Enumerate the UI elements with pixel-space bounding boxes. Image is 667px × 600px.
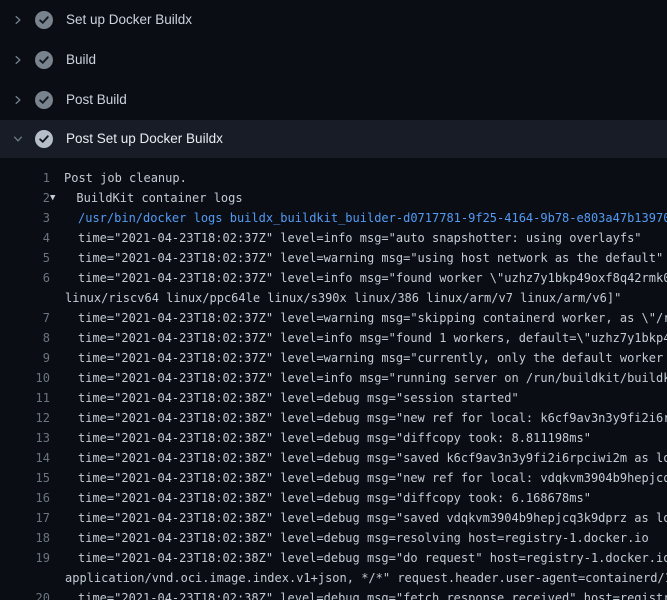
log-line: application/vnd.oci.image.index.v1+json,…: [0, 568, 667, 588]
line-number-link[interactable]: 17: [0, 511, 50, 525]
log-line: 6 time="2021-04-23T18:02:37Z" level=info…: [0, 268, 667, 288]
log-line-text: time="2021-04-23T18:02:38Z" level=debug …: [78, 511, 667, 525]
check-circle-icon: [34, 50, 54, 70]
line-number-link[interactable]: 14: [0, 451, 50, 465]
log-line: 11 time="2021-04-23T18:02:38Z" level=deb…: [0, 388, 667, 408]
log-line: 10 time="2021-04-23T18:02:37Z" level=inf…: [0, 368, 667, 388]
line-number-link[interactable]: 4: [0, 231, 50, 245]
line-number-link[interactable]: 18: [0, 531, 50, 545]
step-row-2[interactable]: Post Build: [0, 80, 667, 120]
log-line-text: time="2021-04-23T18:02:37Z" level=info m…: [78, 231, 642, 245]
log-line-text: time="2021-04-23T18:02:37Z" level=warnin…: [78, 351, 667, 365]
chevron-down-icon[interactable]: [12, 131, 34, 147]
line-number-link[interactable]: 9: [0, 351, 50, 365]
log-line-text: time="2021-04-23T18:02:38Z" level=debug …: [78, 411, 667, 425]
log-line: 12 time="2021-04-23T18:02:38Z" level=deb…: [0, 408, 667, 428]
line-number-link[interactable]: 5: [0, 251, 50, 265]
log-line-text: time="2021-04-23T18:02:38Z" level=debug …: [78, 471, 667, 485]
log-line: 16 time="2021-04-23T18:02:38Z" level=deb…: [0, 488, 667, 508]
log-line: 20 time="2021-04-23T18:02:38Z" level=deb…: [0, 588, 667, 600]
check-circle-icon: [34, 10, 54, 30]
log-line-text: time="2021-04-23T18:02:37Z" level=info m…: [78, 331, 667, 345]
log-line: 13 time="2021-04-23T18:02:38Z" level=deb…: [0, 428, 667, 448]
log-line-text: time="2021-04-23T18:02:38Z" level=debug …: [78, 451, 667, 465]
line-number-link[interactable]: 19: [0, 551, 50, 565]
line-number-link[interactable]: 2: [0, 191, 50, 205]
chevron-right-icon[interactable]: [12, 12, 34, 28]
line-number-link[interactable]: 8: [0, 331, 50, 345]
line-number-link[interactable]: 7: [0, 311, 50, 325]
step-label: Post Build: [66, 93, 127, 107]
log-line-text: time="2021-04-23T18:02:38Z" level=debug …: [78, 431, 591, 445]
step-label: Post Set up Docker Buildx: [66, 132, 223, 146]
line-number-link[interactable]: 3: [0, 211, 50, 225]
log-line-text: time="2021-04-23T18:02:37Z" level=info m…: [78, 371, 667, 385]
step-label: Set up Docker Buildx: [66, 13, 192, 27]
log-line: 3 /usr/bin/docker logs buildx_buildkit_b…: [0, 208, 667, 228]
log-line-text: time="2021-04-23T18:02:37Z" level=info m…: [78, 271, 667, 285]
line-number-link[interactable]: 16: [0, 491, 50, 505]
log-command-text: /usr/bin/docker logs buildx_buildkit_bui…: [78, 211, 667, 225]
line-number-link[interactable]: 1: [0, 171, 50, 185]
step-row-1[interactable]: Build: [0, 40, 667, 80]
actions-log-viewer: Set up Docker Buildx Build P: [0, 0, 667, 600]
line-number-link[interactable]: 12: [0, 411, 50, 425]
log-line-text: time="2021-04-23T18:02:38Z" level=debug …: [78, 531, 649, 545]
line-number-link[interactable]: 20: [0, 591, 50, 600]
log-group-toggle[interactable]: 2 ▼ BuildKit container logs: [0, 188, 667, 208]
log-line: 9 time="2021-04-23T18:02:37Z" level=warn…: [0, 348, 667, 368]
step-list: Set up Docker Buildx Build P: [0, 0, 667, 158]
log-line: 4 time="2021-04-23T18:02:37Z" level=info…: [0, 228, 667, 248]
log-line: 7 time="2021-04-23T18:02:37Z" level=warn…: [0, 308, 667, 328]
chevron-right-icon[interactable]: [12, 92, 34, 108]
log-line-text: BuildKit container logs: [76, 191, 242, 205]
line-number-link[interactable]: 11: [0, 391, 50, 405]
log-line-text: time="2021-04-23T18:02:37Z" level=warnin…: [78, 311, 667, 325]
step-row-0[interactable]: Set up Docker Buildx: [0, 0, 667, 40]
log-line: 19 time="2021-04-23T18:02:38Z" level=deb…: [0, 548, 667, 568]
log-line: 8 time="2021-04-23T18:02:37Z" level=info…: [0, 328, 667, 348]
log-line-text: application/vnd.oci.image.index.v1+json,…: [65, 571, 667, 585]
triangle-down-icon[interactable]: ▼: [50, 193, 55, 203]
line-number-link[interactable]: 6: [0, 271, 50, 285]
log-line: 15 time="2021-04-23T18:02:38Z" level=deb…: [0, 468, 667, 488]
log-line-text: Post job cleanup.: [64, 171, 187, 185]
log-line-text: time="2021-04-23T18:02:38Z" level=debug …: [78, 491, 591, 505]
log-line: 17 time="2021-04-23T18:02:38Z" level=deb…: [0, 508, 667, 528]
log-line: 5 time="2021-04-23T18:02:37Z" level=warn…: [0, 248, 667, 268]
step-label: Build: [66, 53, 96, 67]
chevron-right-icon[interactable]: [12, 52, 34, 68]
log-line-text: time="2021-04-23T18:02:37Z" level=warnin…: [78, 251, 663, 265]
line-number-link[interactable]: 13: [0, 431, 50, 445]
check-circle-icon: [34, 90, 54, 110]
step-row-3[interactable]: Post Set up Docker Buildx: [0, 120, 667, 158]
line-number-link[interactable]: 15: [0, 471, 50, 485]
log-line-text: time="2021-04-23T18:02:38Z" level=debug …: [78, 391, 519, 405]
log-line: linux/riscv64 linux/ppc64le linux/s390x …: [0, 288, 667, 308]
check-circle-icon: [34, 129, 54, 149]
log-line-text: time="2021-04-23T18:02:38Z" level=debug …: [78, 551, 667, 565]
log-line-text: linux/riscv64 linux/ppc64le linux/s390x …: [65, 291, 621, 305]
log-output: 1 Post job cleanup. 2 ▼ BuildKit containe…: [0, 158, 667, 600]
line-number-link[interactable]: 10: [0, 371, 50, 385]
log-line: 18 time="2021-04-23T18:02:38Z" level=deb…: [0, 528, 667, 548]
log-line: 14 time="2021-04-23T18:02:38Z" level=deb…: [0, 448, 667, 468]
log-line: 1 Post job cleanup.: [0, 168, 667, 188]
log-line-text: time="2021-04-23T18:02:38Z" level=debug …: [78, 591, 667, 600]
